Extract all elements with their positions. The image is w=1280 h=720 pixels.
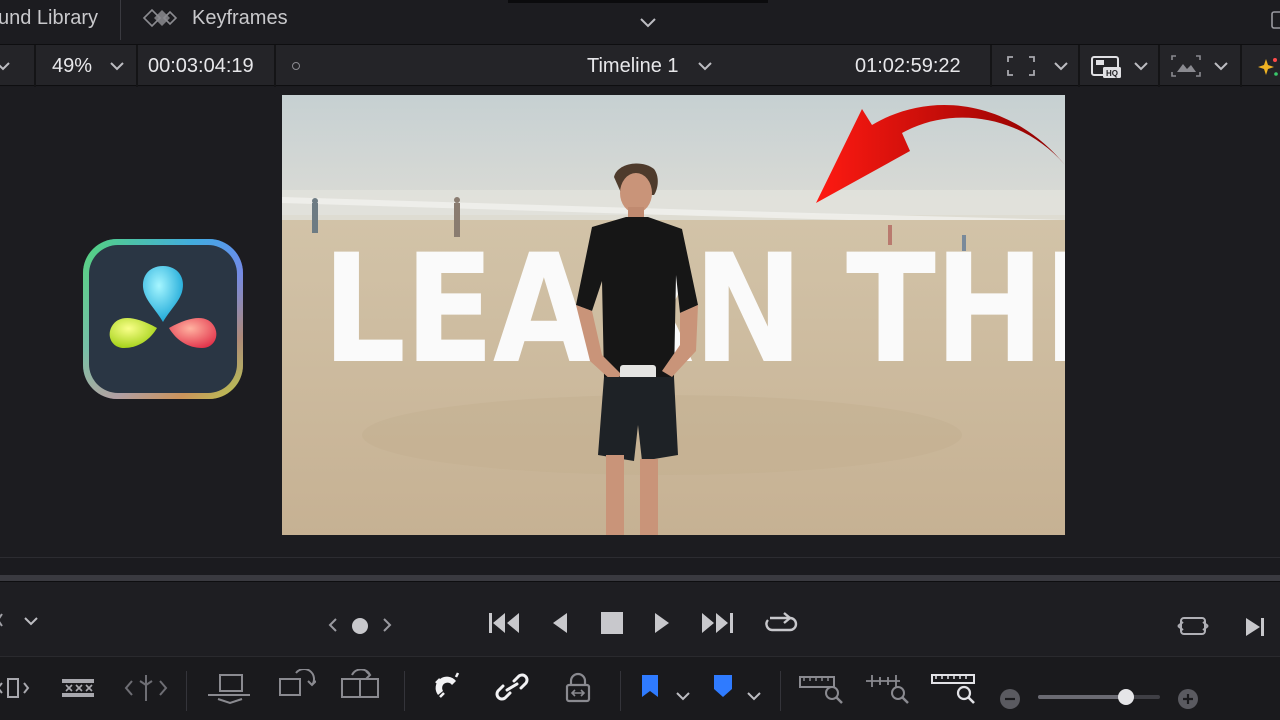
flag-icon[interactable] bbox=[638, 671, 678, 707]
blade-edit-icon[interactable] bbox=[124, 669, 168, 705]
record-timecode[interactable]: 01:02:59:22 bbox=[855, 45, 961, 87]
full-zoom-icon[interactable] bbox=[798, 669, 843, 705]
separator bbox=[1240, 45, 1242, 87]
chevron-down-icon[interactable] bbox=[1212, 57, 1230, 75]
current-clip-dot-icon[interactable] bbox=[352, 618, 368, 634]
play-reverse-icon[interactable] bbox=[550, 610, 586, 646]
zoom-slider-track[interactable] bbox=[1038, 695, 1160, 699]
chevron-down-icon[interactable] bbox=[674, 687, 692, 705]
viewer-header: 49% 00:03:04:19 Timeline 1 01:02:59:22 H… bbox=[0, 44, 1280, 87]
separator bbox=[136, 45, 138, 87]
timeline-name: Timeline 1 bbox=[587, 54, 679, 77]
snapping-magnet-icon[interactable] bbox=[428, 669, 468, 705]
overlay-icon[interactable] bbox=[1170, 54, 1202, 78]
timeline-chevron-icon[interactable] bbox=[696, 57, 714, 75]
tab-sound-library[interactable]: und Library bbox=[0, 0, 98, 36]
clip-dot-icon bbox=[292, 62, 300, 70]
zoom-slider-knob[interactable] bbox=[1117, 689, 1134, 705]
separator bbox=[990, 45, 992, 87]
chevron-down-icon[interactable] bbox=[1132, 57, 1150, 75]
next-clip-icon[interactable] bbox=[380, 616, 394, 634]
toolbar-separator bbox=[186, 671, 187, 711]
toolbar-separator bbox=[780, 671, 781, 711]
tab-keyframes-label: Keyframes bbox=[192, 6, 288, 29]
chevron-down-icon[interactable] bbox=[745, 687, 763, 705]
separator bbox=[1078, 45, 1080, 87]
position-lock-icon[interactable] bbox=[558, 669, 598, 705]
replace-clip-icon[interactable] bbox=[338, 668, 379, 705]
video-preview[interactable]: LEARN THIS bbox=[282, 95, 1065, 535]
source-timecode-value: 00:03:04:19 bbox=[148, 54, 254, 77]
separator bbox=[34, 45, 36, 87]
zoom-out-icon[interactable] bbox=[1000, 689, 1020, 709]
tab-sound-library-label: und Library bbox=[0, 6, 99, 29]
svg-text:HQ: HQ bbox=[1106, 69, 1118, 78]
go-to-start-icon[interactable] bbox=[487, 610, 523, 646]
toolbar-separator bbox=[404, 671, 405, 711]
timeline-selector[interactable]: Timeline 1 bbox=[587, 45, 679, 87]
chevron-down-icon[interactable] bbox=[0, 57, 12, 75]
timeline-toolbar bbox=[0, 656, 1280, 720]
davinci-resolve-logo bbox=[80, 236, 246, 402]
effects-sparkle-icon[interactable] bbox=[1256, 55, 1280, 79]
overwrite-clip-icon[interactable] bbox=[276, 668, 317, 705]
linked-selection-icon[interactable] bbox=[492, 669, 532, 705]
trim-edge-icon[interactable] bbox=[0, 608, 8, 632]
detail-zoom-icon[interactable] bbox=[864, 669, 909, 705]
separator bbox=[1158, 45, 1160, 87]
separator bbox=[274, 45, 276, 87]
toolbar-separator bbox=[620, 671, 621, 711]
marker-icon[interactable] bbox=[710, 671, 750, 707]
chevron-down-icon[interactable] bbox=[636, 10, 660, 34]
insert-clip-icon[interactable] bbox=[206, 669, 250, 705]
chevron-down-icon[interactable] bbox=[22, 612, 40, 630]
timeline-ruler-strip bbox=[0, 557, 1280, 575]
hq-playback-icon[interactable]: HQ bbox=[1090, 54, 1124, 80]
zoom-level-value: 49% bbox=[52, 54, 93, 77]
keyframes-icon bbox=[140, 6, 180, 30]
loop-icon[interactable] bbox=[762, 608, 798, 644]
go-to-end-icon[interactable] bbox=[700, 610, 736, 646]
next-edit-icon[interactable] bbox=[1244, 616, 1266, 638]
match-frame-icon[interactable] bbox=[1176, 612, 1210, 640]
tab-shadow bbox=[508, 0, 768, 3]
dynamic-trim-icon[interactable] bbox=[58, 669, 98, 705]
play-icon[interactable] bbox=[652, 610, 688, 646]
zoom-slider-fill bbox=[1038, 695, 1126, 699]
red-arrow-icon bbox=[816, 104, 1065, 203]
trim-edit-mode-icon[interactable] bbox=[0, 669, 38, 705]
zoom-dropdown-chevron-icon[interactable] bbox=[108, 57, 126, 75]
tab-divider bbox=[120, 0, 121, 40]
source-timecode[interactable]: 00:03:04:19 bbox=[148, 45, 254, 87]
zoom-level[interactable]: 49% bbox=[52, 45, 92, 87]
tab-keyframes[interactable]: Keyframes bbox=[192, 0, 288, 36]
previous-clip-icon[interactable] bbox=[326, 616, 340, 634]
stop-icon[interactable] bbox=[600, 610, 636, 646]
record-timecode-value: 01:02:59:22 bbox=[855, 54, 961, 77]
transport-bar bbox=[0, 581, 1280, 656]
chevron-down-icon[interactable] bbox=[1052, 57, 1070, 75]
person-figure bbox=[576, 163, 698, 535]
custom-zoom-icon[interactable] bbox=[930, 669, 975, 705]
window-icon[interactable] bbox=[1268, 10, 1280, 30]
zoom-in-icon[interactable] bbox=[1178, 689, 1198, 709]
fit-frame-icon[interactable] bbox=[1006, 55, 1036, 77]
